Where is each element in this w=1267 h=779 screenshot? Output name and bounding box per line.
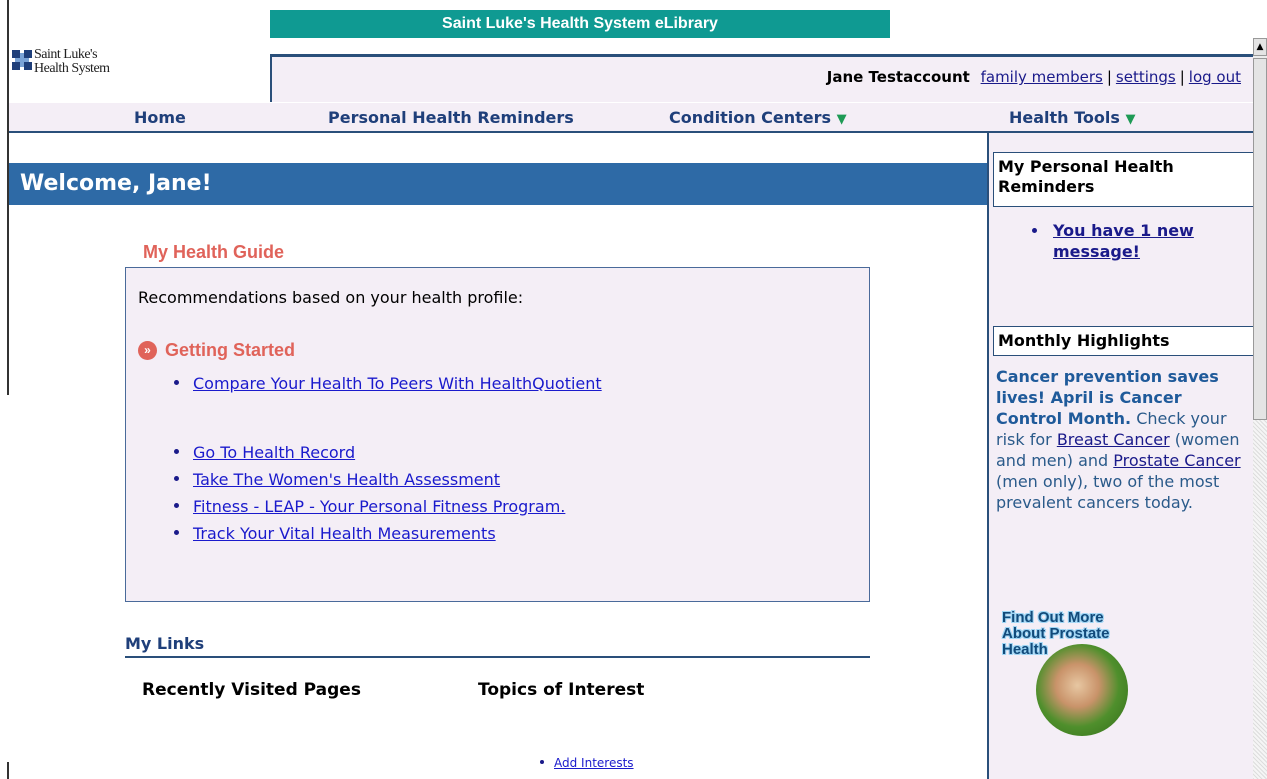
list-item: Track Your Vital Health Measurements xyxy=(174,524,496,543)
list-item: Fitness - LEAP - Your Personal Fitness P… xyxy=(174,497,565,516)
scroll-thumb[interactable] xyxy=(1253,58,1267,420)
recommendations-intro: Recommendations based on your health pro… xyxy=(138,288,524,307)
nav-item-home[interactable]: Home xyxy=(134,108,186,127)
monthly-highlights: Cancer prevention saves lives! April is … xyxy=(996,366,1246,513)
fitness-leap-link[interactable]: Fitness - LEAP - Your Personal Fitness P… xyxy=(193,497,565,516)
user-panel: Jane Testaccount family members | settings… xyxy=(270,54,1253,102)
nav-item-health-tools[interactable]: Health Tools ▼ xyxy=(1009,108,1136,127)
logo-line-1: Saint Luke's xyxy=(34,47,98,62)
nav-item-condition-centers[interactable]: Condition Centers ▼ xyxy=(669,108,847,127)
scroll-up-icon[interactable]: ▲ xyxy=(1253,38,1267,56)
nav-item-label: Personal Health Reminders xyxy=(328,108,574,127)
logo-line-2: Health System xyxy=(34,61,110,76)
bullet-icon xyxy=(1032,228,1037,233)
reminder-message: You have 1 new message! xyxy=(1032,220,1242,262)
list-item: Compare Your Health To Peers With Health… xyxy=(174,374,602,393)
separator: | xyxy=(1106,68,1112,86)
divider xyxy=(125,656,870,658)
scroll-track[interactable] xyxy=(1253,420,1267,779)
list-item: Go To Health Record xyxy=(174,443,355,462)
healthquotient-link[interactable]: Compare Your Health To Peers With Health… xyxy=(193,374,602,393)
monthly-highlights-heading: Monthly Highlights xyxy=(993,326,1253,356)
highlight-text: (men only), two of the most prevalent ca… xyxy=(996,472,1220,512)
nav-item-label: Home xyxy=(134,108,186,127)
recently-visited-heading: Recently Visited Pages xyxy=(142,680,361,700)
reminders-heading: My Personal Health Reminders xyxy=(993,152,1253,207)
health-guide-box: Recommendations based on your health pro… xyxy=(125,267,870,602)
vital-measurements-link[interactable]: Track Your Vital Health Measurements xyxy=(193,524,496,543)
dropdown-arrow-icon: ▼ xyxy=(1125,112,1136,127)
settings-link[interactable]: settings xyxy=(1116,68,1176,86)
list-item: Add Interests xyxy=(540,756,634,770)
promo-text: Find Out More About Prostate Health xyxy=(1002,609,1110,658)
list-item: Take The Women's Health Assessment xyxy=(174,470,500,489)
welcome-banner: Welcome, Jane! xyxy=(9,163,987,205)
health-record-link[interactable]: Go To Health Record xyxy=(193,443,355,462)
nav-item-label: Condition Centers xyxy=(669,108,832,127)
nav-item-label: Health Tools xyxy=(1009,108,1120,127)
saint-lukes-logo[interactable]: Saint Luke's Health System xyxy=(12,48,152,90)
bullet-icon xyxy=(174,530,179,535)
logo-cross-icon xyxy=(12,50,32,70)
bullet-icon xyxy=(174,380,179,385)
womens-health-assessment-link[interactable]: Take The Women's Health Assessment xyxy=(193,470,500,489)
breast-cancer-link[interactable]: Breast Cancer xyxy=(1057,430,1170,449)
separator: | xyxy=(1179,68,1185,86)
bullet-icon xyxy=(540,759,544,764)
main-nav: Home Personal Health Reminders Condition… xyxy=(9,103,1253,133)
bullet-icon xyxy=(174,449,179,454)
new-message-link[interactable]: You have 1 new message! xyxy=(1032,220,1242,262)
scrollbar[interactable]: ▲ xyxy=(1253,38,1267,779)
dropdown-arrow-icon: ▼ xyxy=(836,112,847,127)
prostate-cancer-link[interactable]: Prostate Cancer xyxy=(1113,451,1240,470)
bullet-icon xyxy=(174,503,179,508)
user-name: Jane Testaccount xyxy=(826,68,970,86)
getting-started-heading: » Getting Started xyxy=(138,340,295,361)
topics-of-interest-heading: Topics of Interest xyxy=(478,680,645,700)
add-interests-link[interactable]: Add Interests xyxy=(554,756,634,770)
family-members-link[interactable]: family members xyxy=(981,68,1103,86)
window-title: Saint Luke's Health System eLibrary xyxy=(270,10,890,38)
getting-started-label: Getting Started xyxy=(165,340,296,360)
health-guide-title: My Health Guide xyxy=(143,242,285,262)
log-out-link[interactable]: log out xyxy=(1189,68,1241,86)
bullet-icon xyxy=(174,476,179,481)
my-links-title: My Links xyxy=(125,634,205,653)
user-links: Jane Testaccount family members | settings… xyxy=(827,68,1241,86)
nav-item-personal-health-reminders[interactable]: Personal Health Reminders xyxy=(328,108,574,127)
arrow-circle-icon: » xyxy=(138,341,157,360)
prostate-health-promo[interactable]: Find Out More About Prostate Health xyxy=(1002,610,1132,738)
